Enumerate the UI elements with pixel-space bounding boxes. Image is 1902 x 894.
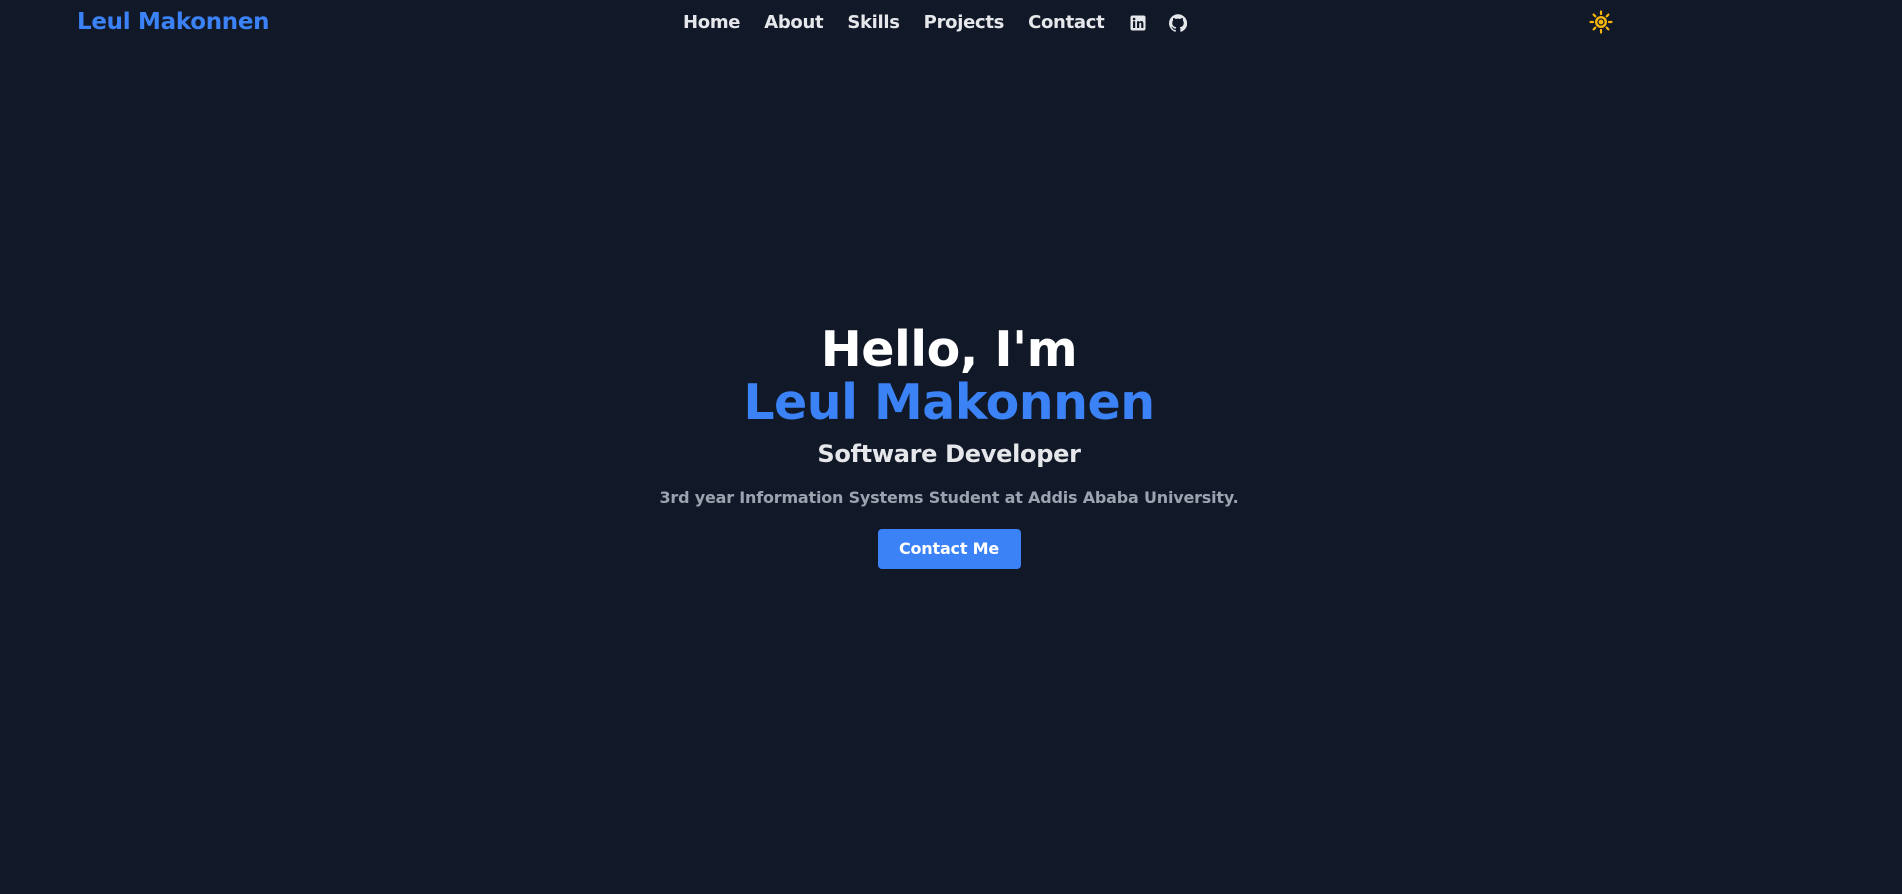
brand-logo[interactable]: Leul Makonnen (77, 9, 270, 35)
nav-links: Home About Skills Projects Contact (683, 12, 1188, 33)
hero-name: Leul Makonnen (743, 374, 1155, 431)
contact-me-button[interactable]: Contact Me (877, 529, 1021, 569)
github-icon[interactable] (1168, 13, 1188, 33)
nav-link-about[interactable]: About (764, 12, 823, 33)
theme-toggle-sun-icon[interactable] (1589, 10, 1613, 34)
social-icons (1128, 13, 1188, 33)
hero-role: Software Developer (817, 440, 1081, 468)
nav-link-projects[interactable]: Projects (924, 12, 1005, 33)
page: Leul Makonnen Home About Skills Projects… (0, 0, 1902, 894)
hero-section: Hello, I'm Leul Makonnen Software Develo… (0, 322, 1898, 569)
nav-link-contact[interactable]: Contact (1028, 12, 1105, 33)
nav-link-skills[interactable]: Skills (847, 12, 900, 33)
hero-greeting: Hello, I'm (820, 321, 1078, 378)
linkedin-icon[interactable] (1128, 13, 1148, 33)
navbar: Leul Makonnen Home About Skills Projects… (0, 0, 1902, 48)
nav-link-home[interactable]: Home (683, 12, 741, 33)
hero-description: 3rd year Information Systems Student at … (659, 488, 1239, 507)
